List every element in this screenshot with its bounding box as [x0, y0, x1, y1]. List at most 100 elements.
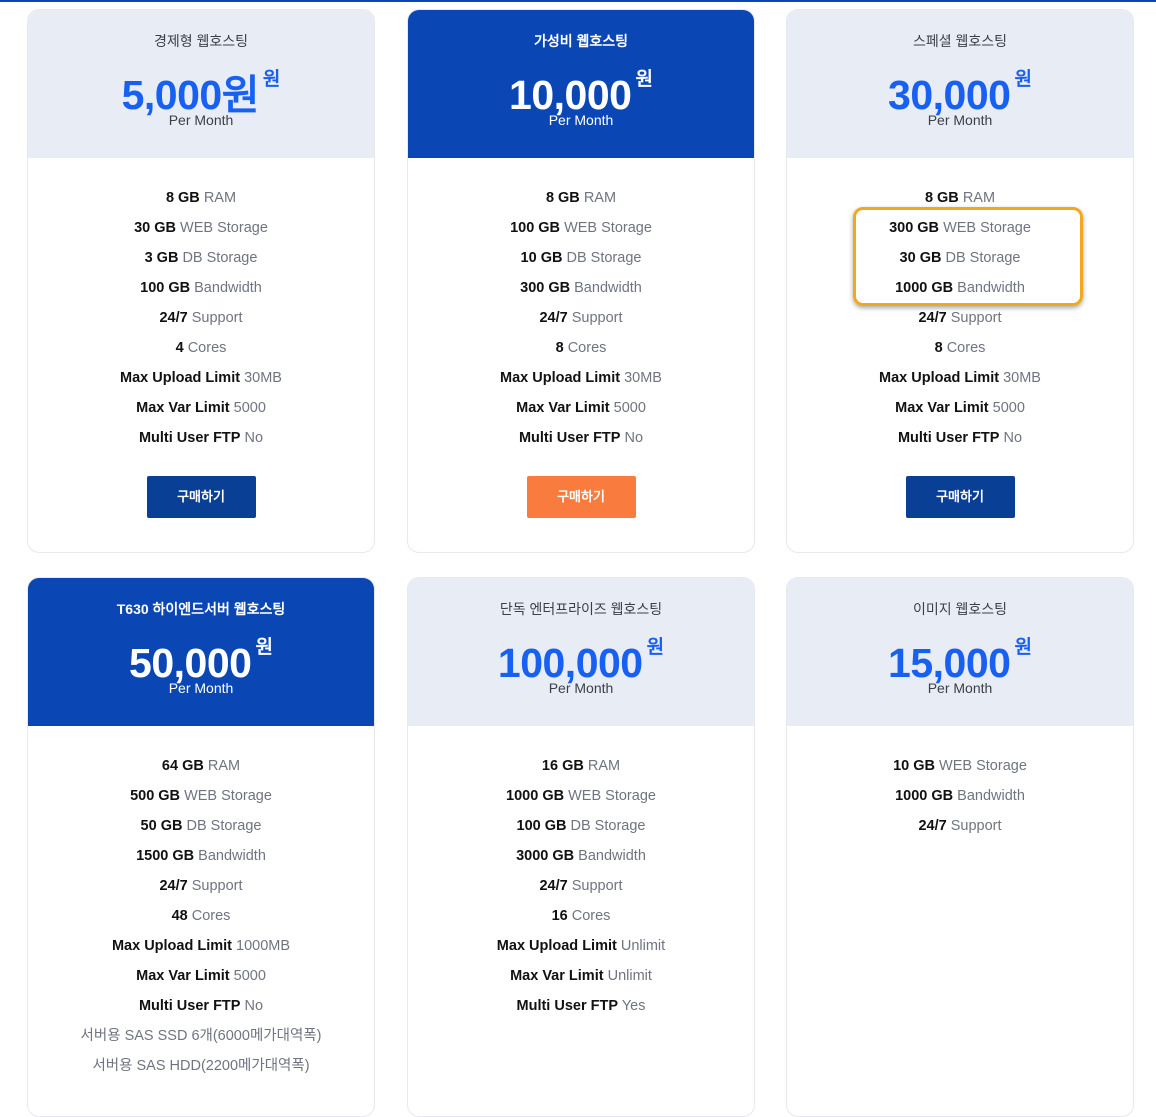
buy-button-wrap: 구매하기: [787, 476, 1133, 518]
billing-period: Per Month: [927, 112, 993, 128]
feature-list: 8 GB RAM 300 GB WEB Storage 30 GB DB Sto…: [787, 158, 1133, 457]
pricing-card-value: 가성비 웹호스팅 10,000 원 Per Month 8 GB RAM 100 …: [407, 9, 755, 553]
feature-item: Max Var Limit 5000: [136, 400, 266, 416]
price-amount: 100,000: [497, 639, 643, 686]
feature-item: 3 GB DB Storage: [144, 250, 258, 266]
feature-item: 8 Cores: [934, 340, 986, 356]
plan-name: 단독 엔터프라이즈 웹호스팅: [499, 601, 663, 617]
feature-item: 서버용 SAS SSD 6개(6000메가대역폭): [80, 1028, 322, 1044]
feature-list: 10 GB WEB Storage 1000 GB Bandwidth 24/7…: [787, 726, 1133, 845]
feature-item: Max Var Limit 5000: [895, 400, 1025, 416]
feature-item: 서버용 SAS HDD(2200메가대역폭): [92, 1058, 310, 1074]
card-header: 경제형 웹호스팅 5,000원 원 Per Month: [28, 10, 374, 158]
feature-item: 100 GB DB Storage: [516, 818, 646, 834]
price-amount: 5,000원: [121, 71, 260, 118]
feature-item: Multi User FTP No: [138, 998, 264, 1014]
feature-item: 8 GB RAM: [545, 190, 617, 206]
price-row: 30,000 원: [787, 55, 1133, 118]
pricing-card-t630: T630 하이엔드서버 웹호스팅 50,000 원 Per Month 64 GB…: [27, 577, 375, 1117]
feature-item: 64 GB RAM: [161, 758, 241, 774]
feature-item: 8 GB RAM: [924, 190, 996, 206]
billing-period: Per Month: [548, 112, 614, 128]
feature-item: Max Upload Limit 30MB: [879, 370, 1041, 386]
price-row: 10,000 원: [408, 55, 754, 118]
price-unit: 원: [1014, 637, 1032, 658]
feature-item: 3000 GB Bandwidth: [516, 848, 646, 864]
feature-item: 500 GB WEB Storage: [130, 788, 272, 804]
feature-item: 24/7 Support: [539, 878, 623, 894]
feature-item: 24/7 Support: [918, 818, 1002, 834]
price-amount: 15,000: [888, 639, 1011, 686]
price-row: 100,000 원: [408, 623, 754, 686]
feature-item: Max Upload Limit 1000MB: [111, 938, 291, 954]
feature-item: 100 GB Bandwidth: [140, 280, 262, 296]
buy-button[interactable]: 구매하기: [526, 476, 636, 518]
plan-name: T630 하이엔드서버 웹호스팅: [116, 601, 286, 617]
pricing-card-economy: 경제형 웹호스팅 5,000원 원 Per Month 8 GB RAM 30 G…: [27, 9, 375, 553]
feature-item: 24/7 Support: [539, 310, 623, 326]
billing-period: Per Month: [927, 680, 993, 696]
billing-period: Per Month: [168, 680, 234, 696]
feature-item: 300 GB Bandwidth: [520, 280, 642, 296]
price-unit: 원: [1014, 69, 1032, 90]
price-row: 5,000원 원: [28, 55, 374, 118]
feature-item: 30 GB WEB Storage: [134, 220, 268, 236]
feature-item: Max Upload Limit 30MB: [500, 370, 662, 386]
feature-item: Max Var Limit 5000: [516, 400, 646, 416]
price-amount: 30,000: [888, 71, 1011, 118]
price-unit: 원: [635, 69, 653, 90]
feature-item: 1000 GB Bandwidth: [895, 280, 1025, 296]
plan-name: 경제형 웹호스팅: [153, 33, 249, 49]
feature-item: 10 GB WEB Storage: [893, 758, 1027, 774]
price-unit: 원: [255, 637, 273, 658]
feature-item: Multi User FTP No: [897, 430, 1023, 446]
feature-item: 8 GB RAM: [165, 190, 237, 206]
pricing-card-enterprise: 단독 엔터프라이즈 웹호스팅 100,000 원 Per Month 16 GB …: [407, 577, 755, 1117]
price-row: 50,000 원: [28, 623, 374, 686]
card-header: 가성비 웹호스팅 10,000 원 Per Month: [408, 10, 754, 158]
plan-name: 스페셜 웹호스팅: [912, 33, 1008, 49]
feature-item: 24/7 Support: [159, 310, 243, 326]
feature-item: Max Var Limit 5000: [136, 968, 266, 984]
feature-list: 8 GB RAM 100 GB WEB Storage 10 GB DB Sto…: [408, 158, 754, 457]
feature-item: 10 GB DB Storage: [520, 250, 642, 266]
feature-item: 100 GB WEB Storage: [510, 220, 652, 236]
feature-item: Max Var Limit Unlimit: [510, 968, 652, 984]
price-amount: 50,000: [129, 639, 252, 686]
feature-item: 24/7 Support: [918, 310, 1002, 326]
feature-item: Multi User FTP Yes: [516, 998, 646, 1014]
feature-item: 8 Cores: [555, 340, 607, 356]
feature-item: Multi User FTP No: [138, 430, 264, 446]
buy-button-wrap: 구매하기: [408, 476, 754, 518]
feature-list: 16 GB RAM 1000 GB WEB Storage 100 GB DB …: [408, 726, 754, 1025]
feature-item: 4 Cores: [175, 340, 227, 356]
card-header: 단독 엔터프라이즈 웹호스팅 100,000 원 Per Month: [408, 578, 754, 726]
feature-item: 1500 GB Bandwidth: [136, 848, 266, 864]
pricing-card-image: 이미지 웹호스팅 15,000 원 Per Month 10 GB WEB Sto…: [786, 577, 1134, 1117]
feature-item: 16 Cores: [551, 908, 611, 924]
feature-item: 1000 GB Bandwidth: [895, 788, 1025, 804]
feature-list: 8 GB RAM 30 GB WEB Storage 3 GB DB Stora…: [28, 158, 374, 457]
price-unit: 원: [646, 637, 665, 658]
card-header: T630 하이엔드서버 웹호스팅 50,000 원 Per Month: [28, 578, 374, 726]
buy-button[interactable]: 구매하기: [905, 476, 1015, 518]
plan-name: 이미지 웹호스팅: [912, 601, 1008, 617]
feature-item: 50 GB DB Storage: [140, 818, 262, 834]
card-header: 이미지 웹호스팅 15,000 원 Per Month: [787, 578, 1133, 726]
pricing-card-special: 스페셜 웹호스팅 30,000 원 Per Month 8 GB RAM 300 …: [786, 9, 1134, 553]
feature-item: 16 GB RAM: [541, 758, 621, 774]
price-unit: 원: [262, 69, 281, 90]
plan-name: 가성비 웹호스팅: [533, 33, 629, 49]
card-header: 스페셜 웹호스팅 30,000 원 Per Month: [787, 10, 1133, 158]
buy-button[interactable]: 구매하기: [146, 476, 256, 518]
feature-item: 48 Cores: [171, 908, 231, 924]
feature-item: Max Upload Limit Unlimit: [496, 938, 666, 954]
buy-button-wrap: 구매하기: [28, 476, 374, 518]
feature-item: Multi User FTP No: [518, 430, 644, 446]
billing-period: Per Month: [548, 680, 614, 696]
feature-list: 64 GB RAM 500 GB WEB Storage 50 GB DB St…: [28, 726, 374, 1085]
top-accent-rule: [0, 0, 1156, 2]
feature-item: 24/7 Support: [159, 878, 243, 894]
feature-item: 1000 GB WEB Storage: [506, 788, 656, 804]
feature-item: Max Upload Limit 30MB: [120, 370, 282, 386]
